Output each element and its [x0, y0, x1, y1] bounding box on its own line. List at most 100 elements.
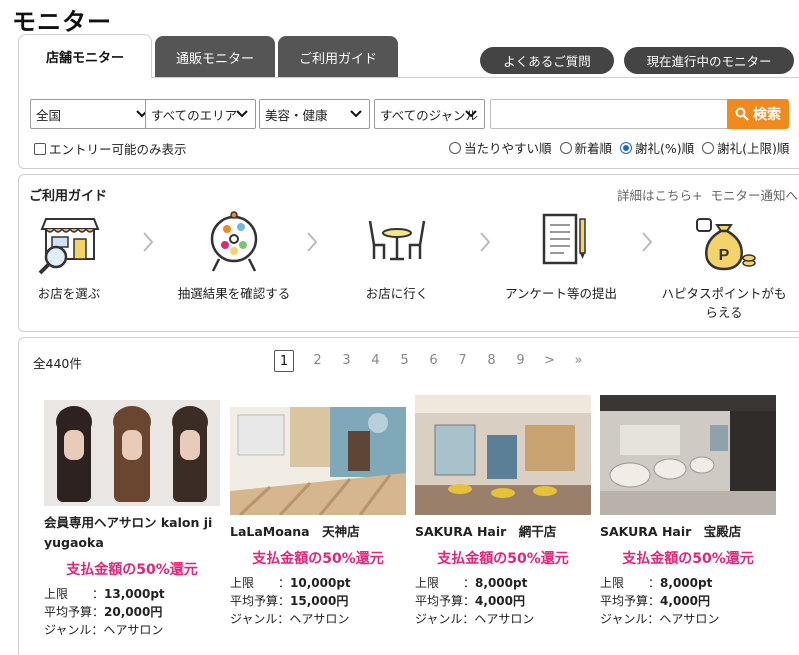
guide-step-label: お店を選ぶ [37, 286, 101, 301]
tab-mail-order-monitor[interactable]: 通販モニター [155, 36, 275, 78]
rebate-text: 支払金額の50%還元 [252, 551, 384, 567]
chevron-right-icon [143, 232, 154, 252]
sort-option-easy[interactable]: 当たりやすい順 [449, 138, 552, 157]
budget-value: 15,000円 [290, 594, 349, 608]
genre-label: ジャンル [230, 612, 278, 626]
store-name[interactable]: SAKURA Hair 網干店 [415, 522, 591, 542]
tab-label: 店舗モニター [45, 51, 124, 66]
tab-usage-guide[interactable]: ご利用ガイド [278, 36, 398, 78]
search-panel: 全国 すべてのエリア 美容・健康 すべてのジャンル 検索 エントリー可能のみ表示… [18, 77, 799, 169]
radio-button[interactable] [559, 141, 572, 154]
svg-text:P: P [719, 247, 730, 264]
monitor-card[interactable]: SAKURA Hair 宝殿店 支払金額の50%還元 上限 ：8,000pt 平… [600, 395, 776, 628]
page-link[interactable]: 4 [361, 350, 390, 372]
guide-step-label: 抽選結果を確認する [177, 286, 291, 301]
card-info: 上限 ：8,000pt 平均予算：4,000円 ジャンル：ヘアサロン [415, 576, 535, 626]
region-select-value: 全国 [36, 107, 62, 123]
search-icon [735, 107, 749, 121]
card-photo[interactable] [415, 395, 591, 515]
guide-step-label: ハピタスポイントがもらえる [661, 286, 787, 320]
card-photo[interactable] [230, 395, 406, 515]
genre-value: ヘアサロン [474, 612, 535, 626]
page-link[interactable]: 7 [448, 350, 477, 372]
radio-button[interactable] [702, 141, 715, 154]
region-select[interactable]: 全国 [30, 99, 156, 129]
budget-label: 平均予算 [600, 594, 649, 608]
faq-button[interactable]: よくあるご質問 [480, 47, 614, 74]
category-select[interactable]: 美容・健康 [259, 99, 370, 129]
upper-label: 上限 [44, 587, 69, 601]
card-photo[interactable] [600, 395, 776, 515]
page-link[interactable]: 5 [390, 350, 419, 372]
sort-option-reward-percent[interactable]: 謝礼(%)順 [620, 138, 694, 157]
budget-value: 4,000円 [660, 594, 710, 608]
last-page-link[interactable]: » [564, 350, 593, 372]
tab-store-monitor[interactable]: 店舗モニター [18, 34, 152, 78]
sort-option-label: 新着順 [574, 141, 613, 156]
search-input[interactable] [490, 99, 728, 129]
checkbox-box[interactable] [34, 142, 46, 155]
genre-label: ジャンル [600, 612, 648, 626]
sort-option-new[interactable]: 新着順 [559, 138, 613, 157]
guide-step-label: お店に行く [365, 286, 429, 301]
guide-step-visit-store: お店に行く [332, 211, 462, 302]
genre-value: ヘアサロン [103, 623, 164, 637]
monitor-notify-link[interactable]: モニター通知へ [710, 185, 798, 204]
monitor-card[interactable]: LaLaMoana 天神店 支払金額の50%還元 上限 ：10,000pt 平均… [230, 395, 406, 628]
upper-label: 上限 [600, 576, 625, 590]
current-monitors-button[interactable]: 現在進行中のモニター [624, 47, 794, 74]
store-search-icon [38, 218, 100, 275]
chevron-down-icon [236, 110, 248, 118]
monitor-card[interactable]: SAKURA Hair 網干店 支払金額の50%還元 上限 ：8,000pt 平… [415, 395, 591, 628]
search-button-label: 検索 [753, 107, 781, 123]
money-bag-icon: P [696, 218, 756, 271]
genre-select[interactable]: すべてのジャンル [374, 99, 485, 129]
page-link[interactable]: 3 [332, 350, 361, 372]
budget-label: 平均予算 [44, 605, 93, 619]
page-link[interactable]: 9 [506, 350, 535, 372]
sort-option-label: 謝礼(%)順 [635, 141, 695, 156]
rebate-text: 支払金額の50%還元 [437, 551, 569, 567]
guide-details-link[interactable]: 詳細はこちら+ [617, 185, 702, 204]
next-page-link[interactable]: > [535, 350, 564, 372]
page-link[interactable]: 8 [477, 350, 506, 372]
store-name[interactable]: 会員専用ヘアサロン kalon jiyugaoka [44, 513, 220, 553]
rebate-text: 支払金額の50%還元 [622, 551, 754, 567]
guide-step-check-lottery: 抽選結果を確認する [169, 211, 299, 302]
radio-button-checked[interactable] [620, 141, 633, 154]
area-select-value: すべてのエリア [151, 107, 238, 123]
chevron-right-icon [480, 232, 491, 252]
genre-label: ジャンル [44, 623, 92, 637]
document-pen-icon [542, 213, 586, 265]
page-link[interactable]: 6 [419, 350, 448, 372]
chevron-right-icon [307, 232, 318, 252]
search-button[interactable]: 検索 [727, 99, 789, 129]
table-chairs-icon [368, 220, 426, 261]
upper-value: 10,000pt [290, 576, 351, 590]
guide-links: 詳細はこちら+ モニター通知へ [617, 185, 798, 204]
entry-only-checkbox[interactable]: エントリー可能のみ表示 [34, 139, 187, 158]
upper-label: 上限 [415, 576, 440, 590]
store-name[interactable]: LaLaMoana 天神店 [230, 522, 406, 542]
card-photo[interactable] [44, 400, 220, 506]
budget-value: 20,000円 [104, 605, 163, 619]
sort-option-reward-cap[interactable]: 謝礼(上限)順 [702, 138, 789, 157]
tab-label: ご利用ガイド [298, 51, 377, 67]
upper-value: 8,000pt [660, 576, 713, 590]
upper-value: 13,000pt [104, 587, 165, 601]
page-title: モニター [12, 8, 112, 36]
genre-value: ヘアサロン [289, 612, 350, 626]
upper-value: 8,000pt [475, 576, 528, 590]
page-link[interactable]: 2 [303, 350, 332, 372]
entry-only-label: エントリー可能のみ表示 [49, 142, 187, 157]
store-name[interactable]: SAKURA Hair 宝殿店 [600, 522, 776, 542]
budget-value: 4,000円 [475, 594, 525, 608]
guide-step-receive-points: P ハピタスポイントがもらえる [659, 211, 789, 321]
monitor-card[interactable]: 会員専用ヘアサロン kalon jiyugaoka 支払金額の50%還元 上限 … [44, 400, 220, 639]
lottery-drum-icon [210, 211, 258, 272]
area-select[interactable]: すべてのエリア [145, 99, 256, 129]
radio-button[interactable] [449, 141, 461, 154]
genre-value: ヘアサロン [659, 612, 720, 626]
page-link-current[interactable]: 1 [274, 350, 294, 372]
pagination: 1 2 3 4 5 6 7 8 9 > » [274, 350, 593, 372]
